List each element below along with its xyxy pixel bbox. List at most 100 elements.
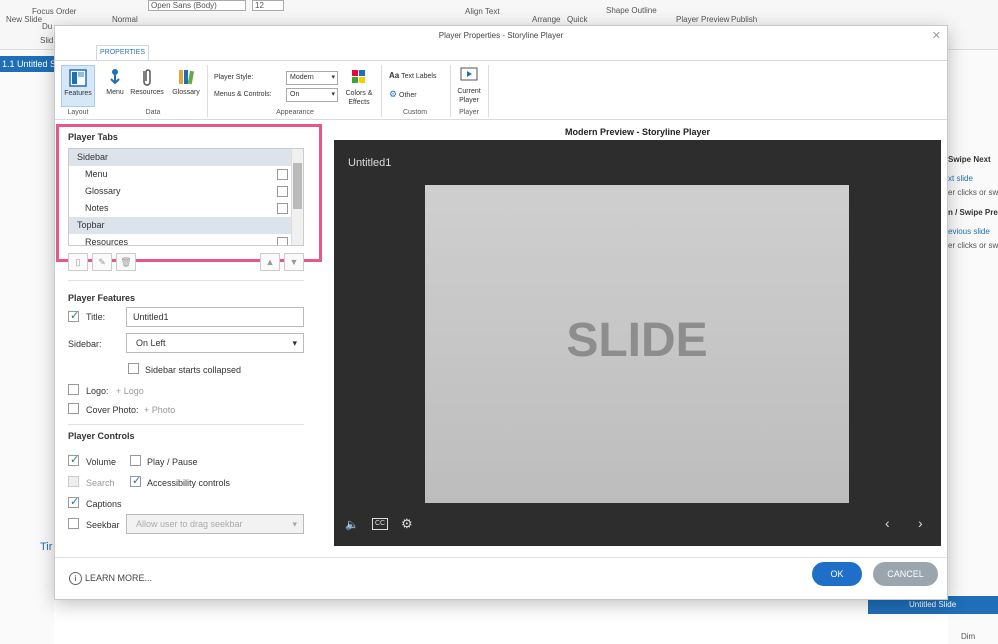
current-player-button[interactable]: Current Player [453,65,485,105]
appearance-group-label: Appearance [276,109,314,116]
ribbon-divider [488,65,489,117]
colors-effects-label: Colors & Effects [345,90,373,106]
seekbar-label: Seekbar [86,520,120,530]
ribbon-divider [207,65,208,117]
edit-tab-icon[interactable]: ✎ [92,253,112,271]
trigger-condition-2: er clicks or swi [948,241,998,250]
font-select[interactable]: Open Sans (Body) [148,0,246,11]
books-icon [179,70,195,85]
features-button[interactable]: Features [61,65,95,107]
colors-effects-button[interactable]: Colors & Effects [342,67,376,107]
volume-icon[interactable]: 🔈 [345,518,359,531]
accessibility-label: Accessibility controls [147,478,231,488]
title-checkbox[interactable] [68,309,79,322]
custom-group-label: Custom [402,109,428,116]
play-pause-checkbox[interactable] [130,455,141,466]
volume-checkbox[interactable] [68,453,79,466]
properties-ribbon: Features Menu Resources Glossary Layout … [55,60,947,120]
search-label: Search [86,478,115,488]
focus-order-button[interactable]: Focus Order [32,7,76,16]
accessibility-checkbox[interactable] [130,474,141,487]
player-button[interactable]: Player [676,15,699,24]
normal-style-button[interactable]: Normal [112,15,138,24]
slide-group-label: Slid [40,36,54,45]
background-slide-panel [0,50,54,644]
player-style-select[interactable]: Modern [286,71,338,85]
captions-icon[interactable]: CC [372,518,389,530]
cover-photo-checkbox[interactable] [68,403,79,414]
learn-more-link[interactable]: i LEARN MORE... [69,572,152,585]
duplicate-button[interactable]: Du [42,22,52,31]
trigger-prev-slide[interactable]: evious slide [948,227,990,236]
next-arrow-icon[interactable]: › [918,515,923,531]
new-tab-icon[interactable]: ▯ [68,253,88,271]
trigger-condition: er clicks or swi [948,188,998,197]
publish-button[interactable]: Publish [731,15,757,24]
preview-slide: SLIDE [425,185,849,503]
preview-title: Modern Preview - Storyline Player [564,127,711,137]
layer-label: Untitled Slide [909,600,957,609]
menu-button[interactable]: Menu [103,67,127,96]
sidebar-collapsed-label: Sidebar starts collapsed [145,365,242,375]
add-logo-link[interactable]: + Logo [116,386,144,396]
other-button[interactable]: ⚙ Other [389,89,417,100]
player-preview: Untitled1 SLIDE 🔈 CC ⚙ ‹ › [334,140,941,546]
player-style-label: Player Style: [214,74,254,81]
slide-tab[interactable]: 1.1 Untitled Slide [0,56,54,72]
trigger-swipe-next[interactable]: Swipe Next [948,155,991,164]
resources-button[interactable]: Resources [129,67,165,96]
menus-controls-select[interactable]: On [286,88,338,102]
logo-checkbox[interactable] [68,384,79,395]
text-labels-icon: Aa [389,71,400,80]
preview-button[interactable]: Preview [701,15,729,24]
quick-styles-button[interactable]: Quick [567,15,587,24]
new-slide-button[interactable]: New Slide [6,15,42,24]
palette-icon [352,70,365,83]
text-labels-button[interactable]: Aa Text Labels [389,71,436,80]
seekbar-select[interactable]: Allow user to drag seekbar ▾ [126,514,304,534]
player-group-label: Player [459,109,479,116]
close-icon[interactable]: ✕ [932,29,941,42]
timeline-tab[interactable]: Tir [40,541,52,553]
ribbon-divider [381,65,382,117]
previous-arrow-icon[interactable]: ‹ [885,515,890,531]
title-label: Title: [86,312,106,322]
delete-tab-icon[interactable]: 🗑 [116,253,136,271]
dim-label: Dim [961,632,976,641]
move-down-icon[interactable]: ▼ [284,253,304,271]
paperclip-icon [143,69,151,86]
sidebar-select[interactable]: On Left ▾ [126,333,304,353]
trigger-swipe-prev[interactable]: n / Swipe Pre [948,208,998,217]
divider [68,424,304,425]
seekbar-checkbox[interactable] [68,518,79,529]
font-size-select[interactable]: 12 [252,0,284,11]
preview-course-title: Untitled1 [348,157,392,169]
sidebar-collapsed-checkbox[interactable] [128,363,139,374]
menus-controls-label: Menus & Controls: [214,91,272,98]
arrange-button[interactable]: Arrange [532,15,560,24]
ok-button[interactable]: OK [812,562,862,586]
shape-outline-button[interactable]: Shape Outline [606,6,657,15]
glossary-button[interactable]: Glossary [169,67,203,96]
dialog-title: Player Properties - Storyline Player [438,31,564,40]
search-checkbox[interactable] [68,476,79,487]
captions-checkbox[interactable] [68,495,79,508]
dialog-footer: i LEARN MORE... OK CANCEL [55,557,947,599]
sidebar-select-value: On Left [136,338,166,348]
title-input[interactable]: Untitled1 [126,307,304,327]
align-text-button[interactable]: Align Text [465,7,500,16]
gear-icon: ⚙ [389,89,398,99]
other-label: Other [399,92,417,99]
move-up-icon[interactable]: ▲ [260,253,280,271]
volume-label: Volume [86,457,117,467]
logo-label: Logo: [86,386,109,396]
captions-label: Captions [86,499,122,509]
info-icon: i [69,572,82,585]
chevron-down-icon: ▾ [292,519,297,529]
settings-gear-icon[interactable]: ⚙ [401,516,413,532]
glossary-label: Glossary [172,89,200,96]
add-photo-link[interactable]: + Photo [144,405,175,415]
trigger-next-slide[interactable]: xt slide [948,174,973,183]
cancel-button[interactable]: CANCEL [873,562,938,586]
tab-properties[interactable]: PROPERTIES [96,45,149,60]
